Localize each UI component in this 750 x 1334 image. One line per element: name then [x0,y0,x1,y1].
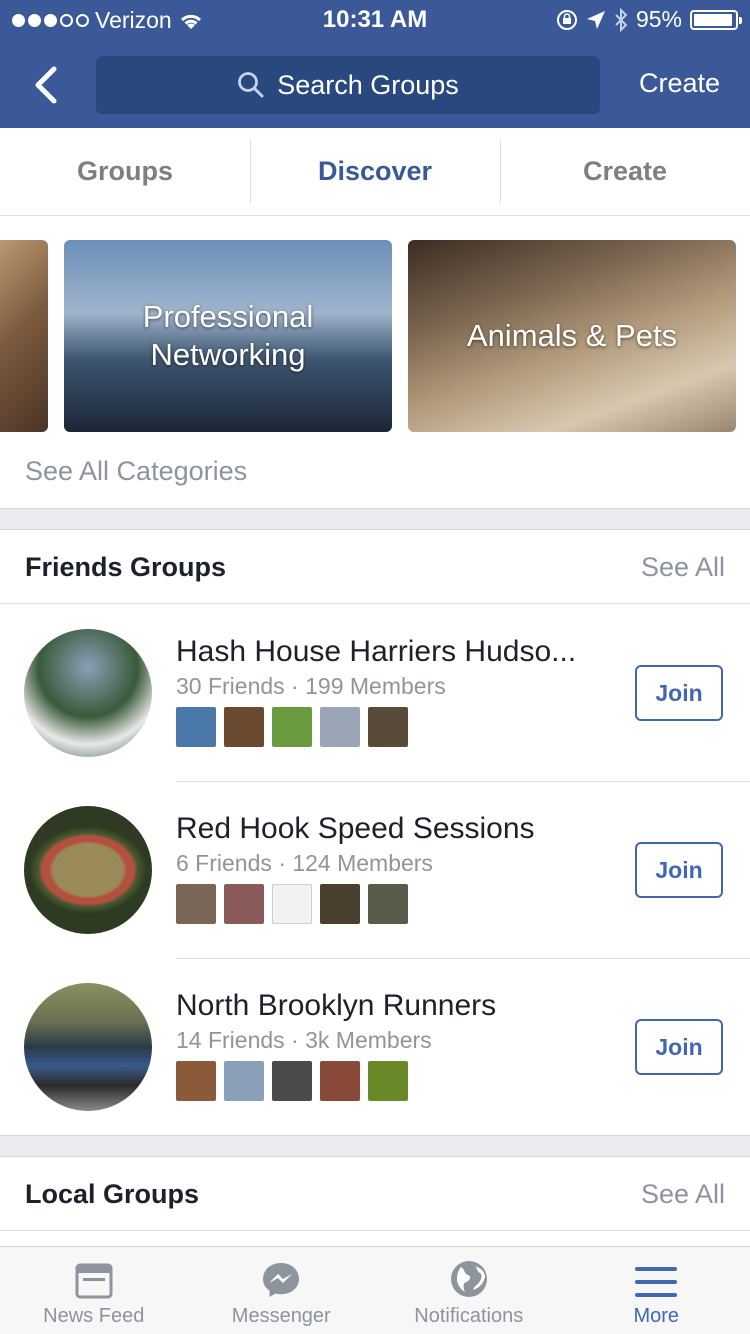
tab-create[interactable]: Create [500,128,750,215]
search-groups-input[interactable]: Search Groups [96,56,600,114]
section-title: Local Groups [25,1179,200,1209]
friend-thumbnail [176,884,216,924]
group-meta: 14 Friends · 3k Members [176,1027,432,1053]
tab-notifications[interactable]: Notifications [375,1247,563,1334]
group-row[interactable]: Red Hook Speed Sessions 6 Friends · 124 … [0,782,750,959]
local-groups-header: Local Groups See All [0,1157,750,1231]
status-bar: Verizon 10:31 AM 95% [0,0,750,40]
friend-thumbnail [320,884,360,924]
friends-groups-see-all[interactable]: See All [641,552,725,583]
local-groups-see-all[interactable]: See All [641,1179,725,1210]
status-right: 95% [556,6,742,33]
header-create-button[interactable]: Create [639,68,720,99]
friend-thumbnail [272,707,312,747]
group-avatar [24,806,152,934]
back-button[interactable] [26,60,66,110]
category-carousel[interactable]: Professional Networking Animals & Pets [0,240,750,432]
friends-groups-header: Friends Groups See All [0,530,750,604]
friend-thumbnail [224,884,264,924]
tab-label: Notifications [414,1305,524,1327]
search-icon [238,72,264,98]
friend-thumbnail [272,1061,312,1101]
category-label: Animals & Pets [466,318,678,353]
bluetooth-icon [615,7,628,32]
friend-thumbnail [320,1061,360,1101]
category-card-animals-pets[interactable]: Animals & Pets [408,240,736,432]
category-label: Professional Networking [142,299,314,372]
tab-messenger[interactable]: Messenger [188,1247,376,1334]
friend-thumbnail [368,707,408,747]
friend-thumbnail [176,707,216,747]
join-button[interactable]: Join [635,1019,723,1075]
section-title: Friends Groups [25,552,227,582]
tab-label: Messenger [231,1305,331,1327]
location-icon [586,10,605,29]
group-meta: 30 Friends · 199 Members [176,673,446,699]
tab-label: News Feed [43,1305,145,1327]
group-name: Red Hook Speed Sessions [176,812,535,845]
tab-discover[interactable]: Discover [250,128,500,215]
group-avatar [24,983,152,1111]
battery-icon [690,9,742,30]
see-all-categories-link[interactable]: See All Categories [25,456,247,487]
friend-thumbnail [320,707,360,747]
tab-label: More [633,1305,680,1327]
messenger-icon [263,1263,300,1297]
friend-thumbnail [224,707,264,747]
group-name: Hash House Harriers Hudso... [176,635,577,668]
friend-thumbnail [368,884,408,924]
friend-thumbnails [176,707,408,747]
battery-percent: 95% [635,6,682,32]
groups-tabs: Groups Discover Create [0,128,750,216]
friend-thumbnail [224,1061,264,1101]
group-row[interactable]: North Brooklyn Runners 14 Friends · 3k M… [0,959,750,1136]
bottom-tab-bar: News Feed Messenger Notifications More [0,1246,750,1334]
group-avatar [24,629,152,757]
group-row[interactable]: Hash House Harriers Hudso... 30 Friends … [0,605,750,782]
friend-thumbnails [176,884,408,924]
group-meta: 6 Friends · 124 Members [176,850,433,876]
menu-icon [635,1267,678,1297]
news-feed-icon [75,1263,113,1299]
section-separator [0,508,750,530]
friend-thumbnail [368,1061,408,1101]
top-header: Verizon 10:31 AM 95% Search Groups Creat… [0,0,750,128]
category-card-professional-networking[interactable]: Professional Networking [64,240,392,432]
category-card-partial[interactable] [0,240,48,432]
chevron-left-icon [35,66,57,104]
join-button[interactable]: Join [635,665,723,721]
friend-thumbnail [176,1061,216,1101]
tab-groups[interactable]: Groups [0,128,250,215]
orientation-lock-icon [556,9,577,30]
friend-thumbnail [272,884,312,924]
tab-more[interactable]: More [563,1247,750,1334]
section-separator [0,1135,750,1157]
friend-thumbnails [176,1061,408,1101]
join-button[interactable]: Join [635,842,723,898]
group-name: North Brooklyn Runners [176,989,497,1022]
search-placeholder: Search Groups [277,69,459,100]
globe-icon [450,1261,487,1297]
tab-news-feed[interactable]: News Feed [0,1247,188,1334]
